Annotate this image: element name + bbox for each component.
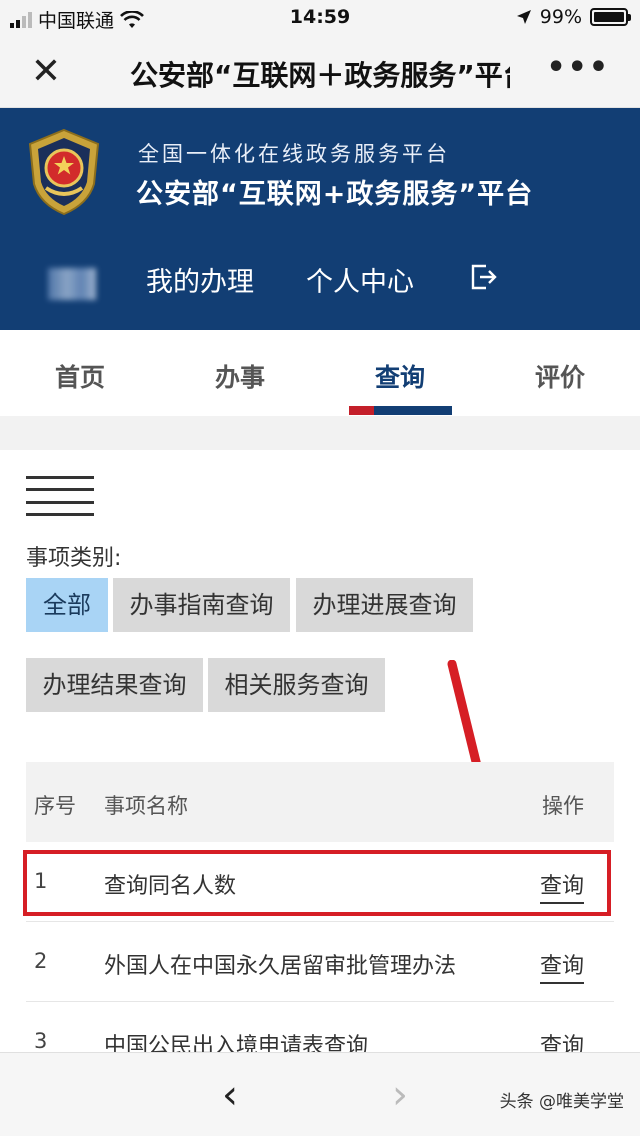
- logout-icon[interactable]: [468, 262, 498, 292]
- items-table: 序号 事项名称 操作 1 查询同名人数 查询 2 外国人在中国永久居留审批管理办…: [26, 762, 614, 1082]
- location-arrow-icon: [516, 10, 531, 24]
- header-subtitle: 全国一体化在线政务服务平台: [138, 142, 450, 166]
- section-divider: [0, 416, 640, 450]
- browser-bottom-bar: ‹ › 头条 @唯美学堂: [0, 1052, 640, 1136]
- main-tabs: 首页 办事 查询 评价: [0, 330, 640, 416]
- battery-percent: 99%: [539, 6, 582, 28]
- police-emblem-icon: [28, 128, 100, 216]
- avatar[interactable]: [48, 268, 96, 300]
- close-icon[interactable]: ✕: [28, 54, 64, 90]
- watermark: 头条 @唯美学堂: [499, 1092, 624, 1112]
- nav-bar: ✕ 公安部“互联网＋政务服务”平台 •••: [0, 36, 640, 108]
- site-header: 全国一体化在线政务服务平台 公安部“互联网+政务服务”平台 我的办理 个人中心: [0, 108, 640, 330]
- highlight-box: [23, 850, 611, 916]
- active-tab-indicator: [349, 406, 452, 415]
- query-link[interactable]: 查询: [539, 948, 584, 984]
- battery-icon: [590, 8, 631, 26]
- header-title: 公安部“互联网+政务服务”平台: [136, 179, 534, 210]
- status-right-group: 99%: [516, 6, 631, 28]
- forward-icon: ›: [392, 1072, 408, 1118]
- more-icon[interactable]: •••: [546, 53, 610, 83]
- header-no: 序号: [34, 794, 76, 818]
- back-icon[interactable]: ‹: [222, 1075, 238, 1115]
- chip-all[interactable]: 全部: [26, 578, 108, 632]
- chip-related-query[interactable]: 相关服务查询: [208, 658, 385, 712]
- my-applications-link[interactable]: 我的办理: [146, 260, 254, 299]
- row-no: 3: [34, 1029, 48, 1053]
- status-bar: 中国联通 14:59 99%: [0, 0, 640, 36]
- chip-result-query[interactable]: 办理结果查询: [26, 658, 203, 712]
- menu-icon[interactable]: [26, 476, 94, 516]
- tab-home[interactable]: 首页: [0, 358, 160, 394]
- table-row: 2 外国人在中国永久居留审批管理办法 查询: [26, 922, 614, 1002]
- page-title: 公安部“互联网＋政务服务”平台: [130, 59, 510, 90]
- tab-services[interactable]: 办事: [160, 358, 320, 394]
- row-no: 2: [34, 949, 48, 973]
- row-name: 外国人在中国永久居留审批管理办法: [104, 954, 457, 979]
- tab-query[interactable]: 查询: [320, 358, 480, 394]
- chip-guide-query[interactable]: 办事指南查询: [113, 578, 290, 632]
- table-header: 序号 事项名称 操作: [26, 762, 614, 842]
- category-label: 事项类别:: [26, 546, 122, 571]
- header-action: 操作: [542, 794, 584, 818]
- chip-progress-query[interactable]: 办理进展查询: [296, 578, 473, 632]
- tab-evaluation[interactable]: 评价: [480, 358, 640, 394]
- header-name: 事项名称: [104, 794, 188, 818]
- personal-center-link[interactable]: 个人中心: [306, 260, 414, 299]
